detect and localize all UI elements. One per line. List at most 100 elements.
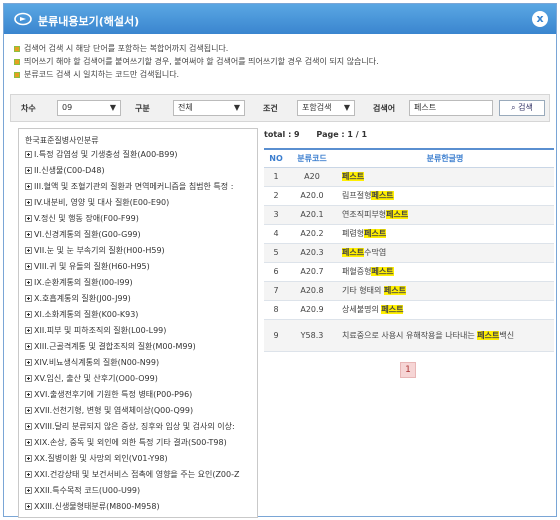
table-row[interactable]: 6 A20.7 패혈증형페스트 [264, 262, 554, 282]
row-name[interactable]: 페스트 [336, 167, 554, 187]
tree-node[interactable]: XIX.손상, 중독 및 외인에 의한 특정 기타 결과(S00-T98) [25, 435, 227, 449]
expand-icon[interactable] [25, 486, 32, 494]
expand-icon[interactable] [25, 358, 32, 366]
search-bar: 차수 09 ▼ 구분 전체 ▼ 조건 포함검색 ▼ 검색어 페스트 ⌕ 검색 [10, 94, 550, 122]
row-name[interactable]: 페스트수막염 [336, 243, 554, 263]
row-name[interactable]: 치료중으로 사용시 유해작용을 나타내는 페스트백신 [336, 319, 554, 352]
category-select[interactable]: 전체 ▼ [173, 100, 245, 116]
expand-icon[interactable] [25, 294, 32, 302]
tree-node[interactable]: V.정신 및 행동 장애(F00-F99) [25, 211, 139, 225]
expand-icon[interactable] [25, 422, 32, 430]
expand-icon[interactable] [25, 150, 32, 158]
tree-node[interactable]: VI.신경계통의 질환(G00-G99) [25, 227, 141, 241]
row-name[interactable]: 패혈증형페스트 [336, 262, 554, 282]
expand-icon[interactable] [25, 310, 32, 318]
tree-node[interactable]: XII.피부 및 피하조직의 질환(L00-L99) [25, 323, 166, 337]
tree-node-label: XIX.손상, 중독 및 외인에 의한 특정 기타 결과(S00-T98) [34, 437, 227, 447]
chevron-down-icon: ▼ [233, 103, 240, 112]
keyword-highlight: 페스트 [364, 229, 387, 238]
tree-node[interactable]: III.혈액 및 조혈기관의 질환과 면역메커니즘을 침범한 특정 : [25, 179, 233, 193]
table-row[interactable]: 9 Y58.3 치료중으로 사용시 유해작용을 나타내는 페스트백신 [264, 319, 554, 352]
tree-node[interactable]: IV.내분비, 영양 및 대사 질환(E00-E90) [25, 195, 169, 209]
keyword-highlight: 페스트 [383, 286, 406, 295]
expand-icon[interactable] [25, 342, 32, 350]
expand-icon[interactable] [25, 198, 32, 206]
page-indicator: Page : 1 / 1 [316, 130, 368, 139]
tree-node[interactable]: XVI.출생전후기에 기원한 특정 병태(P00-P96) [25, 387, 192, 401]
notice-item: 띄어쓰기 해야 할 검색어를 붙여쓰기할 경우, 붙여써야 할 검색어를 띄어쓰… [14, 55, 544, 68]
search-button-label: 검색 [518, 103, 533, 112]
keyword-highlight: 페스트 [371, 191, 394, 200]
row-code: A20.8 [288, 281, 336, 301]
tree-node[interactable]: X.호흡계통의 질환(J00-J99) [25, 291, 131, 305]
notice-item: 검색어 검색 시 해당 단어를 포함하는 복합어까지 검색됩니다. [14, 42, 544, 55]
search-icon: ⌕ [511, 103, 516, 112]
table-row[interactable]: 2 A20.0 림프절형페스트 [264, 186, 554, 206]
expand-icon[interactable] [25, 390, 32, 398]
search-button[interactable]: ⌕ 검색 [499, 100, 545, 116]
row-number: 3 [264, 205, 288, 225]
expand-icon[interactable] [25, 454, 32, 462]
tree-node[interactable]: XIV.비뇨생식계통의 질환(N00-N99) [25, 355, 159, 369]
tree-node[interactable]: VII.눈 및 눈 부속기의 질환(H00-H59) [25, 243, 165, 257]
tree-node[interactable]: IX.순환계통의 질환(I00-I99) [25, 275, 133, 289]
expand-icon[interactable] [25, 182, 32, 190]
expand-icon[interactable] [25, 166, 32, 174]
row-name[interactable]: 림프절형페스트 [336, 186, 554, 206]
tree-node-label: I.특정 감염성 및 기생충성 질환(A00-B99) [34, 149, 178, 159]
expand-icon[interactable] [25, 406, 32, 414]
row-name[interactable]: 상세불명의 페스트 [336, 300, 554, 320]
expand-icon[interactable] [25, 246, 32, 254]
tree-node[interactable]: XXIII.신생물형태분류(M800-M958) [25, 499, 160, 513]
expand-icon[interactable] [25, 502, 32, 510]
bullet-icon [14, 71, 20, 78]
row-name[interactable]: 폐렴형페스트 [336, 224, 554, 244]
notice-text: 검색어 검색 시 해당 단어를 포함하는 복합어까지 검색됩니다. [24, 44, 229, 53]
tree-node[interactable]: VIII.귀 및 유돌의 질환(H60-H95) [25, 259, 150, 273]
table-row[interactable]: 7 A20.8 기타 형태의 페스트 [264, 281, 554, 301]
expand-icon[interactable] [25, 374, 32, 382]
tree-node[interactable]: XV.임신, 출산 및 산후기(O00-O99) [25, 371, 158, 385]
version-select[interactable]: 09 ▼ [57, 100, 121, 116]
chevron-down-icon: ▼ [109, 103, 116, 112]
expand-icon[interactable] [25, 278, 32, 286]
name-prefix: 상세불명의 [342, 305, 382, 314]
expand-icon[interactable] [25, 214, 32, 222]
page-button-1[interactable]: 1 [400, 362, 416, 378]
name-prefix: 연조직피부형 [342, 210, 387, 219]
row-name[interactable]: 연조직피부형페스트 [336, 205, 554, 225]
tree-node[interactable]: XX.질병이환 및 사망의 외인(V01-Y98) [25, 451, 168, 465]
expand-icon[interactable] [25, 262, 32, 270]
logo-icon [14, 12, 32, 26]
tree-node-label: VIII.귀 및 유돌의 질환(H60-H95) [34, 261, 150, 271]
tree-node[interactable]: II.신생물(C00-D48) [25, 163, 105, 177]
row-code: A20.2 [288, 224, 336, 244]
row-code: A20.7 [288, 262, 336, 282]
expand-icon[interactable] [25, 230, 32, 238]
close-button[interactable]: x [532, 11, 548, 27]
tree-node[interactable]: XI.소화계통의 질환(K00-K93) [25, 307, 138, 321]
table-row[interactable]: 3 A20.1 연조직피부형페스트 [264, 205, 554, 225]
row-name[interactable]: 기타 형태의 페스트 [336, 281, 554, 301]
tree-node[interactable]: XVIII.달리 분류되지 않은 증상, 징후와 임상 및 검사의 이상: [25, 419, 235, 433]
tree-node[interactable]: XIII.근골격계통 및 결합조직의 질환(M00-M99) [25, 339, 196, 353]
condition-select[interactable]: 포함검색 ▼ [297, 100, 355, 116]
table-row[interactable]: 8 A20.9 상세불명의 페스트 [264, 300, 554, 320]
row-number: 7 [264, 281, 288, 301]
tree-node[interactable]: XXII.특수목적 코드(U00-U99) [25, 483, 140, 497]
notice-text: 띄어쓰기 해야 할 검색어를 붙여쓰기할 경우, 붙여써야 할 검색어를 띄어쓰… [24, 57, 379, 66]
tree-node[interactable]: XXI.건강상태 및 보건서비스 접촉에 영향을 주는 요인(Z00-Z [25, 467, 239, 481]
tree-node-label: XI.소화계통의 질환(K00-K93) [34, 309, 139, 319]
table-row[interactable]: 5 A20.3 페스트수막염 [264, 243, 554, 263]
name-prefix: 치료중으로 사용시 유해작용을 나타내는 [342, 330, 478, 340]
expand-icon[interactable] [25, 470, 32, 478]
keyword-highlight: 페스트 [477, 330, 500, 340]
table-row[interactable]: 1 A20 페스트 [264, 167, 554, 187]
tree-node-label: VII.눈 및 눈 부속기의 질환(H00-H59) [34, 245, 165, 255]
expand-icon[interactable] [25, 438, 32, 446]
table-row[interactable]: 4 A20.2 폐렴형페스트 [264, 224, 554, 244]
keyword-input[interactable]: 페스트 [409, 100, 493, 116]
tree-node[interactable]: I.특정 감염성 및 기생충성 질환(A00-B99) [25, 147, 178, 161]
tree-node[interactable]: XVII.선천기형, 변형 및 염색체이상(Q00-Q99) [25, 403, 193, 417]
expand-icon[interactable] [25, 326, 32, 334]
